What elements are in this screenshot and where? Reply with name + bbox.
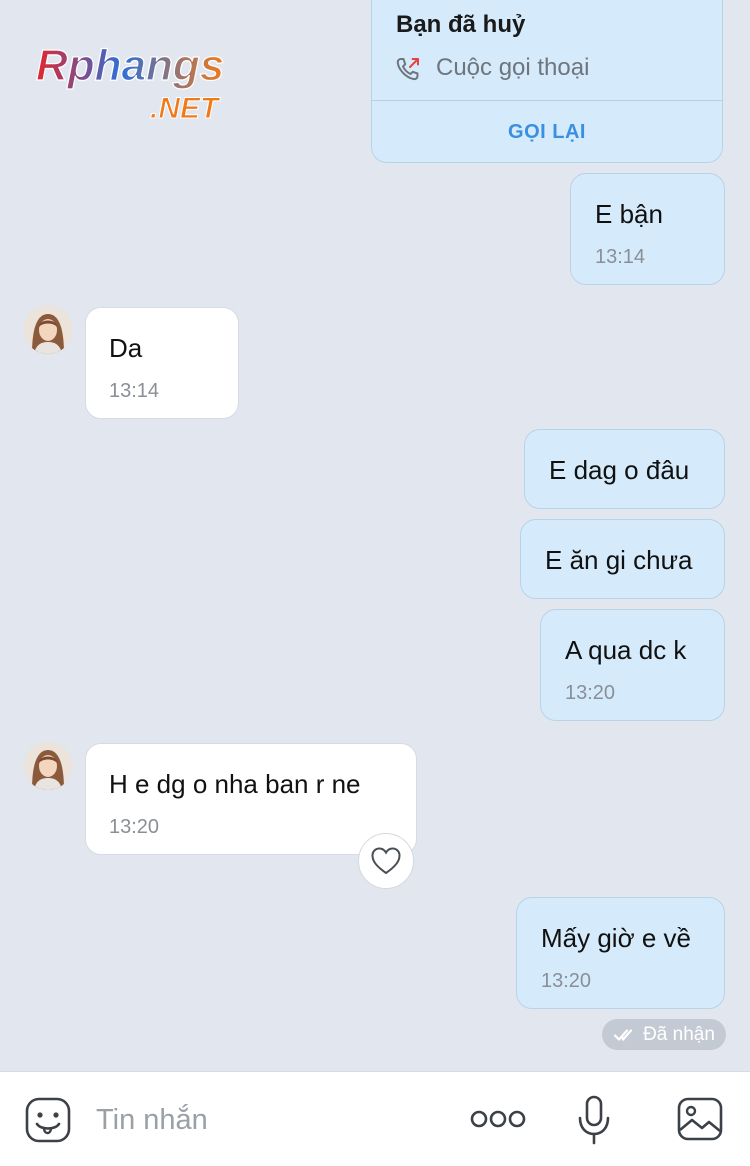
call-back-button[interactable]: GỌI LẠI [372, 121, 722, 144]
watermark-brand: Rphangs [36, 41, 224, 90]
avatar[interactable] [24, 306, 72, 354]
message-composer: Tin nhắn [0, 1071, 750, 1166]
call-subtitle: Cuộc gọi thoại [436, 54, 590, 81]
message-text: E dag o đâu [549, 455, 690, 485]
heart-icon [371, 847, 401, 875]
call-card: Bạn đã huỷ Cuộc gọi thoại GỌI LẠI [371, 0, 723, 163]
message-time: 13:14 [109, 380, 160, 402]
message-time: 13:20 [565, 682, 616, 704]
message-text: Mấy giờ e về [541, 923, 691, 953]
message-text: E bận [595, 199, 663, 229]
message-bubble-outgoing[interactable]: Mấy giờ e về 13:20 [516, 897, 725, 1009]
more-icon[interactable] [470, 1108, 526, 1130]
message-time: 13:14 [595, 246, 646, 268]
outgoing-call-icon [396, 58, 419, 81]
watermark-suffix: .NET [150, 92, 221, 124]
microphone-icon[interactable] [576, 1094, 612, 1146]
message-time: 13:20 [109, 816, 160, 838]
message-bubble-outgoing[interactable]: A qua dc k 13:20 [540, 609, 725, 721]
image-icon[interactable] [676, 1096, 724, 1142]
message-bubble-incoming[interactable]: H e dg o nha ban r ne 13:20 [85, 743, 417, 855]
message-text: A qua dc k [565, 635, 687, 665]
divider [372, 100, 722, 101]
status-badge: Đã nhận [602, 1019, 726, 1050]
avatar[interactable] [24, 742, 72, 790]
message-bubble-outgoing[interactable]: E dag o đâu [524, 429, 725, 509]
sticker-icon[interactable] [24, 1096, 72, 1144]
message-text: Da [109, 333, 143, 363]
react-button[interactable] [358, 833, 414, 889]
double-check-icon [613, 1028, 633, 1041]
status-label: Đã nhận [643, 1023, 715, 1045]
call-title: Bạn đã huỷ [396, 11, 526, 38]
message-input[interactable]: Tin nhắn [96, 1104, 208, 1137]
watermark-logo: Rphangs .NET [35, 40, 266, 125]
message-text: E ăn gi chưa [545, 545, 693, 575]
message-text: H e dg o nha ban r ne [109, 769, 361, 799]
message-bubble-incoming[interactable]: Da 13:14 [85, 307, 239, 419]
message-bubble-outgoing[interactable]: E bận 13:14 [570, 173, 725, 285]
message-time: 13:20 [541, 970, 592, 992]
message-bubble-outgoing[interactable]: E ăn gi chưa [520, 519, 725, 599]
